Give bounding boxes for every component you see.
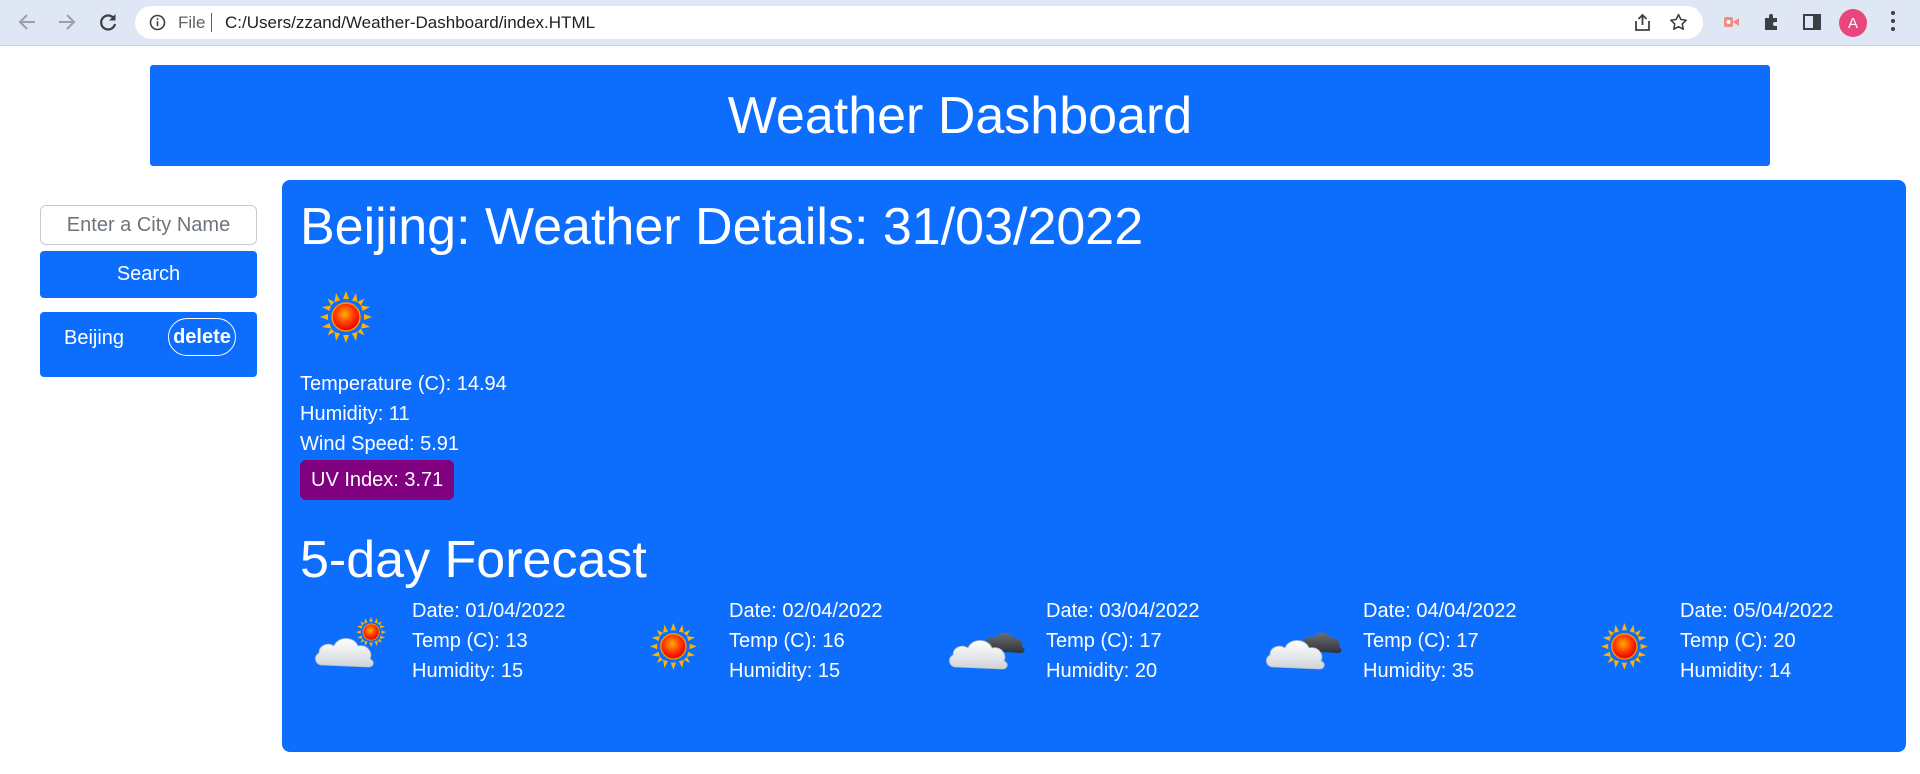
city-search-input[interactable] [40,205,257,245]
temperature-text: Temperature (C): 14.94 [300,373,507,395]
cloud-overcast-icon [1266,632,1342,670]
uv-index-badge: UV Index: 3.71 [300,460,455,500]
reload-icon[interactable] [94,8,122,36]
sun-icon [649,622,698,671]
share-icon[interactable] [1632,12,1653,38]
weather-panel: Beijing: Weather Details: 31/03/2022 Tem… [282,180,1906,752]
page-title: Weather Dashboard [727,86,1193,145]
forecast-date: Date: 05/04/2022 [1680,600,1834,622]
humidity-text: Humidity: 11 [300,403,410,425]
forecast-date: Date: 03/04/2022 [1046,600,1200,622]
wind-speed-text: Wind Speed: 5.91 [300,433,459,455]
menu-kebab-icon[interactable] [1889,11,1897,33]
forecast-card: Date: 04/04/2022 Temp (C): 17 Humidity: … [1263,600,1563,700]
forecast-card: Date: 01/04/2022 Temp (C): 13 Humidity: … [312,600,612,700]
profile-avatar[interactable]: A [1839,9,1867,37]
forecast-humidity: Humidity: 15 [729,660,841,682]
back-arrow-icon[interactable] [13,8,41,36]
url-text[interactable]: C:/Users/zzand/Weather-Dashboard/index.H… [225,13,595,33]
forecast-temp: Temp (C): 13 [412,630,528,652]
forecast-temp: Temp (C): 17 [1046,630,1162,652]
header-banner: Weather Dashboard [150,65,1770,166]
forecast-date: Date: 01/04/2022 [412,600,566,622]
history-city-label[interactable]: Beijing [64,327,124,350]
side-panel-icon[interactable] [1800,10,1824,34]
forecast-card: Date: 05/04/2022 Temp (C): 20 Humidity: … [1580,600,1880,700]
forecast-humidity: Humidity: 14 [1680,660,1792,682]
forecast-humidity: Humidity: 20 [1046,660,1158,682]
address-bar[interactable]: File C:/Users/zzand/Weather-Dashboard/in… [135,6,1703,39]
forecast-card: Date: 03/04/2022 Temp (C): 17 Humidity: … [946,600,1246,700]
forecast-temp: Temp (C): 20 [1680,630,1796,652]
info-icon[interactable] [149,14,166,36]
browser-toolbar: File C:/Users/zzand/Weather-Dashboard/in… [0,0,1920,46]
forecast-title: 5-day Forecast [300,531,647,589]
uv-index-text: UV Index: 3.71 [311,468,444,491]
current-weather-title: Beijing: Weather Details: 31/03/2022 [300,198,1144,256]
forecast-humidity: Humidity: 35 [1363,660,1475,682]
extension-icon[interactable] [1719,10,1743,34]
file-scheme-label: File [178,13,206,32]
search-button[interactable]: Search [40,251,257,298]
sun-icon [1600,622,1649,671]
bookmark-star-icon[interactable] [1668,12,1689,38]
forecast-temp: Temp (C): 16 [729,630,845,652]
history-item-beijing[interactable]: Beijing delete [40,312,257,377]
forward-arrow-icon[interactable] [53,8,81,36]
delete-button[interactable]: delete [168,318,236,356]
cloud-sun-icon [315,616,387,668]
forecast-humidity: Humidity: 15 [412,660,524,682]
forecast-date: Date: 02/04/2022 [729,600,883,622]
cloud-overcast-icon [949,632,1025,670]
sun-icon [320,291,372,343]
extensions-puzzle-icon[interactable] [1760,10,1784,34]
forecast-date: Date: 04/04/2022 [1363,600,1517,622]
divider [211,13,212,32]
forecast-card: Date: 02/04/2022 Temp (C): 16 Humidity: … [629,600,929,700]
forecast-temp: Temp (C): 17 [1363,630,1479,652]
